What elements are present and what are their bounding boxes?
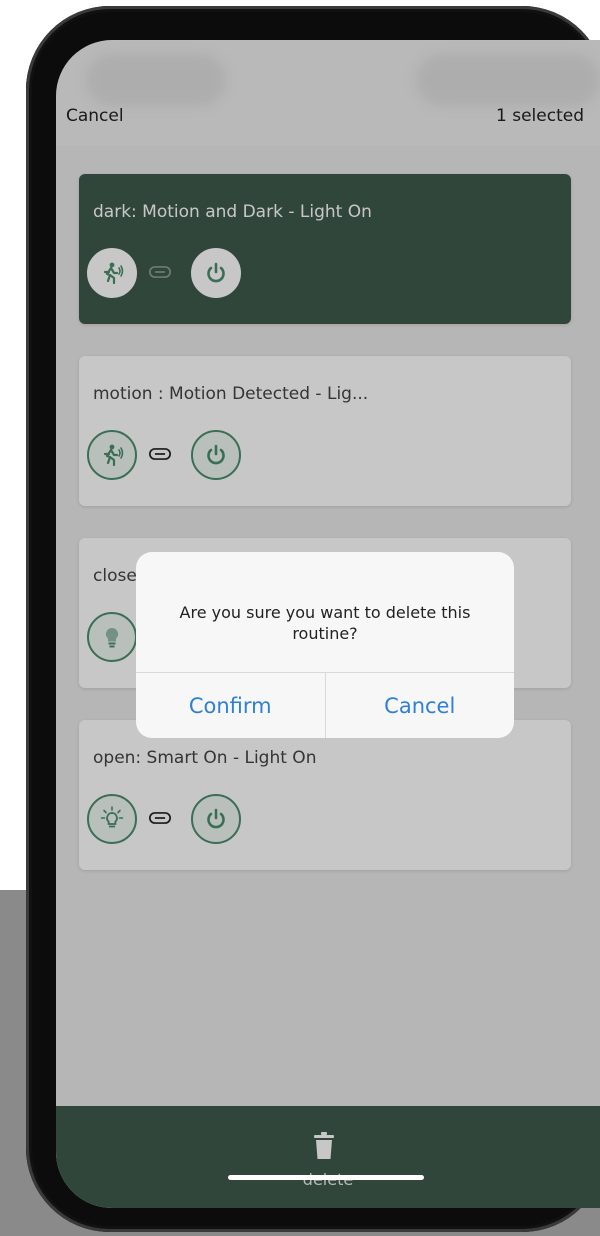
dialog-buttons: Confirm Cancel: [136, 672, 514, 738]
home-indicator: [228, 1175, 424, 1180]
app-screen: Cancel 1 selected dark: Motion and Dark …: [56, 40, 600, 1208]
dialog-cancel-button[interactable]: Cancel: [324, 673, 515, 738]
dialog-message: Are you sure you want to delete this rou…: [179, 603, 471, 643]
confirm-button[interactable]: Confirm: [136, 673, 325, 738]
delete-confirmation-dialog: Are you sure you want to delete this rou…: [136, 552, 514, 738]
